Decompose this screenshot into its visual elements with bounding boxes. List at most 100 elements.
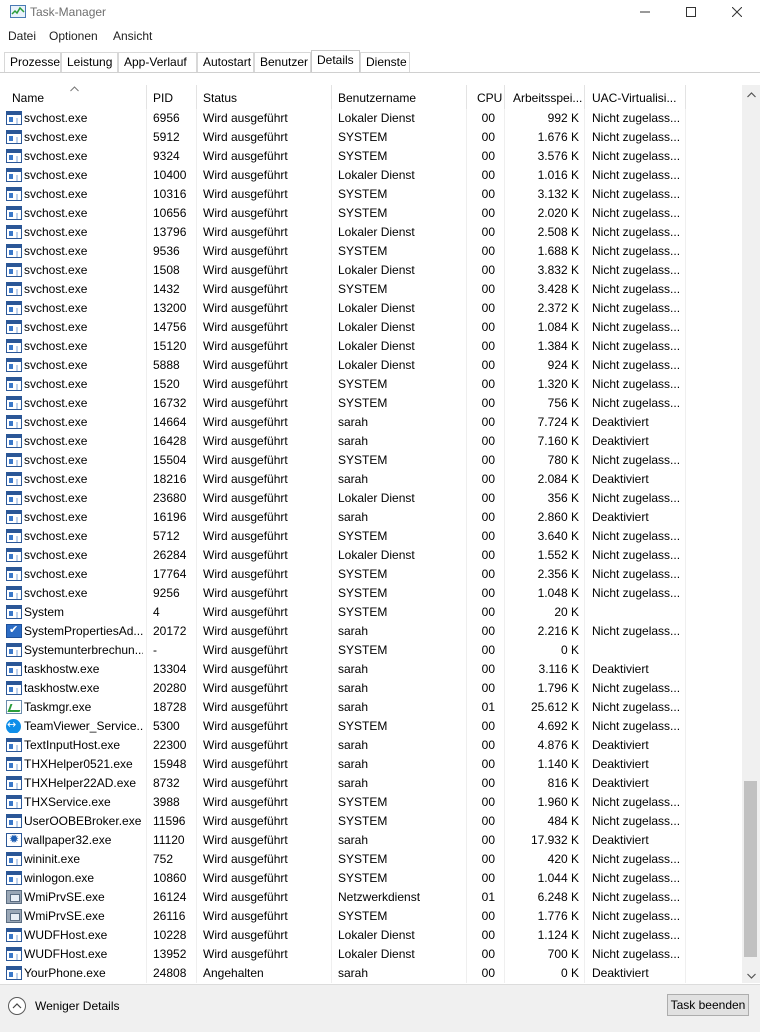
table-row[interactable]: wallpaper32.exe 11120 Wird ausgeführt sarah…: [0, 831, 742, 850]
process-pid: 9324: [153, 149, 180, 163]
process-pid: 11120: [153, 833, 185, 847]
task-manager-icon: [10, 5, 26, 19]
tab-leistung[interactable]: Leistung: [61, 52, 118, 72]
column-header-cpu[interactable]: CPU: [477, 91, 502, 105]
scrollbar-thumb[interactable]: [744, 781, 757, 957]
process-memory: 2.084 K: [537, 472, 579, 486]
minimize-button[interactable]: [622, 0, 668, 26]
process-pid: 24808: [153, 966, 187, 980]
column-header-pid[interactable]: PID: [153, 91, 173, 105]
table-row[interactable]: svchost.exe 1432 Wird ausgeführt SYSTEM 00 3.…: [0, 280, 742, 299]
table-row[interactable]: svchost.exe 5912 Wird ausgeführt SYSTEM 00 1.…: [0, 128, 742, 147]
gear-icon: [6, 833, 22, 847]
table-row[interactable]: svchost.exe 5888 Wird ausgeführt Lokaler Di…: [0, 356, 742, 375]
process-cpu: 00: [481, 187, 495, 201]
table-row[interactable]: WUDFHost.exe 10228 Wird ausgeführt Lokaler …: [0, 926, 742, 945]
tab-autostart[interactable]: Autostart: [197, 52, 254, 72]
table-row[interactable]: THXService.exe 3988 Wird ausgeführt SYSTEM 0…: [0, 793, 742, 812]
column-header-name[interactable]: Name: [12, 91, 44, 105]
table-row[interactable]: svchost.exe 10400 Wird ausgeführt Lokaler D…: [0, 166, 742, 185]
menu-item-ansicht[interactable]: Ansicht: [113, 29, 152, 43]
process-memory: 1.688 K: [537, 244, 579, 258]
vertical-scrollbar[interactable]: [742, 85, 760, 983]
process-window-icon: [6, 928, 22, 942]
process-username: Lokaler Dienst: [338, 301, 415, 315]
table-row[interactable]: Systemunterbrechun... - Wird ausgeführt SYS…: [0, 641, 742, 660]
table-row[interactable]: svchost.exe 5712 Wird ausgeführt SYSTEM 00 3.…: [0, 527, 742, 546]
column-header-status[interactable]: Status: [203, 91, 237, 105]
table-row[interactable]: svchost.exe 9324 Wird ausgeführt SYSTEM 00 3.…: [0, 147, 742, 166]
process-pid: 16732: [153, 396, 187, 410]
tab-prozesse[interactable]: Prozesse: [4, 52, 61, 72]
menu-item-optionen[interactable]: Optionen: [49, 29, 98, 43]
table-row[interactable]: svchost.exe 10316 Wird ausgeführt SYSTEM 00 3…: [0, 185, 742, 204]
column-header-memory[interactable]: Arbeitsspei...: [513, 91, 582, 105]
column-separator[interactable]: [146, 85, 147, 109]
table-row[interactable]: svchost.exe 15120 Wird ausgeführt Lokaler D…: [0, 337, 742, 356]
process-status: Wird ausgeführt: [203, 681, 288, 695]
chevron-down-icon: [746, 968, 756, 982]
process-name: THXHelper0521.exe: [24, 757, 133, 771]
column-separator[interactable]: [504, 85, 505, 109]
table-row[interactable]: THXHelper0521.exe 15948 Wird ausgeführt sar…: [0, 755, 742, 774]
table-row[interactable]: SystemPropertiesAd... 20172 Wird ausgeführ…: [0, 622, 742, 641]
table-row[interactable]: wininit.exe 752 Wird ausgeführt SYSTEM 00 420…: [0, 850, 742, 869]
table-row[interactable]: YourPhone.exe 24808 Angehalten sarah 00 0 K De…: [0, 964, 742, 983]
scroll-up-button[interactable]: [742, 85, 760, 102]
table-row[interactable]: svchost.exe 1520 Wird ausgeführt SYSTEM 00 1.…: [0, 375, 742, 394]
table-row[interactable]: svchost.exe 16196 Wird ausgeführt sarah 00 2.…: [0, 508, 742, 527]
table-row[interactable]: WmiPrvSE.exe 16124 Wird ausgeführt Netzwerk…: [0, 888, 742, 907]
table-row[interactable]: TextInputHost.exe 22300 Wird ausgeführt sar…: [0, 736, 742, 755]
process-uac: Deaktiviert: [592, 510, 649, 524]
table-row[interactable]: svchost.exe 14756 Wird ausgeführt Lokaler D…: [0, 318, 742, 337]
table-row[interactable]: svchost.exe 26284 Wird ausgeführt Lokaler D…: [0, 546, 742, 565]
table-row[interactable]: THXHelper22AD.exe 8732 Wird ausgeführt sara…: [0, 774, 742, 793]
table-row[interactable]: svchost.exe 10656 Wird ausgeführt SYSTEM 00 2…: [0, 204, 742, 223]
table-row[interactable]: svchost.exe 13200 Wird ausgeführt Lokaler D…: [0, 299, 742, 318]
tab-details[interactable]: Details: [311, 50, 360, 72]
table-row[interactable]: svchost.exe 16428 Wird ausgeführt sarah 00 7.…: [0, 432, 742, 451]
column-header-uac[interactable]: UAC-Virtualisi...: [592, 91, 676, 105]
table-row[interactable]: taskhostw.exe 20280 Wird ausgeführt sarah 00…: [0, 679, 742, 698]
maximize-button[interactable]: [668, 0, 714, 26]
table-row[interactable]: svchost.exe 18216 Wird ausgeführt sarah 00 2.…: [0, 470, 742, 489]
column-separator[interactable]: [331, 85, 332, 109]
table-row[interactable]: svchost.exe 6956 Wird ausgeführt Lokaler Di…: [0, 109, 742, 128]
close-button[interactable]: [714, 0, 760, 26]
process-cpu: 00: [481, 149, 495, 163]
tab-benutzer[interactable]: Benutzer: [254, 52, 311, 72]
table-row[interactable]: WUDFHost.exe 13952 Wird ausgeführt Lokaler …: [0, 945, 742, 964]
table-row[interactable]: Taskmgr.exe 18728 Wird ausgeführt sarah 01 25…: [0, 698, 742, 717]
process-memory: 0 K: [560, 643, 579, 657]
process-name: WUDFHost.exe: [24, 947, 108, 961]
table-row[interactable]: svchost.exe 15504 Wird ausgeführt SYSTEM 00 7…: [0, 451, 742, 470]
table-row[interactable]: svchost.exe 1508 Wird ausgeführt Lokaler Di…: [0, 261, 742, 280]
column-separator[interactable]: [466, 85, 467, 109]
column-separator[interactable]: [584, 85, 585, 109]
column-header-username[interactable]: Benutzername: [338, 91, 416, 105]
tab-app-verlauf[interactable]: App-Verlauf: [118, 52, 197, 72]
table-row[interactable]: TeamViewer_Service.... 5300 Wird ausgeführ…: [0, 717, 742, 736]
menu-item-datei[interactable]: Datei: [8, 29, 36, 43]
process-window-icon: [6, 111, 22, 125]
table-row[interactable]: svchost.exe 9256 Wird ausgeführt SYSTEM 00 1.…: [0, 584, 742, 603]
table-row[interactable]: WmiPrvSE.exe 26116 Wird ausgeführt SYSTEM 00…: [0, 907, 742, 926]
table-row[interactable]: taskhostw.exe 13304 Wird ausgeführt sarah 00…: [0, 660, 742, 679]
table-row[interactable]: UserOOBEBroker.exe 11596 Wird ausgeführt SY…: [0, 812, 742, 831]
table-row[interactable]: winlogon.exe 10860 Wird ausgeführt SYSTEM 00…: [0, 869, 742, 888]
less-details-toggle[interactable]: Weniger Details: [8, 996, 119, 1016]
table-row[interactable]: svchost.exe 23680 Wird ausgeführt Lokaler D…: [0, 489, 742, 508]
table-row[interactable]: svchost.exe 13796 Wird ausgeführt Lokaler D…: [0, 223, 742, 242]
column-separator[interactable]: [196, 85, 197, 109]
table-row[interactable]: System 4 Wird ausgeführt SYSTEM 00 20 K: [0, 603, 742, 622]
table-row[interactable]: svchost.exe 17764 Wird ausgeführt SYSTEM 00 2…: [0, 565, 742, 584]
table-row[interactable]: svchost.exe 9536 Wird ausgeführt SYSTEM 00 1.…: [0, 242, 742, 261]
tab-dienste[interactable]: Dienste: [360, 52, 410, 72]
process-status: Wird ausgeführt: [203, 377, 288, 391]
table-row[interactable]: svchost.exe 14664 Wird ausgeführt sarah 00 7.…: [0, 413, 742, 432]
scroll-down-button[interactable]: [742, 966, 760, 983]
table-row[interactable]: svchost.exe 16732 Wird ausgeführt SYSTEM 00 7…: [0, 394, 742, 413]
end-task-button[interactable]: Task beenden: [667, 994, 749, 1016]
process-pid: 26116: [153, 909, 186, 923]
column-separator[interactable]: [685, 85, 686, 109]
